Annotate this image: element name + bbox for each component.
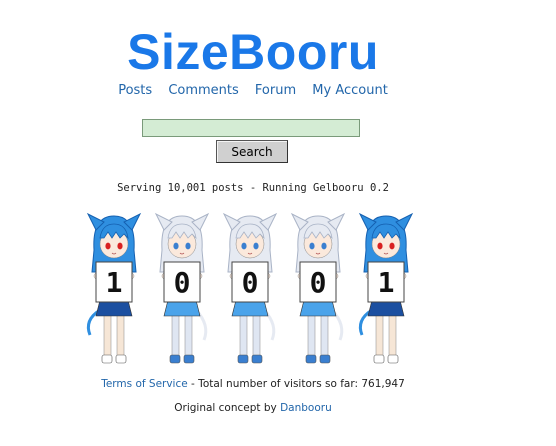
digit-sign-value: 1 — [378, 266, 395, 299]
counter-girl-4: 0 — [290, 212, 346, 364]
right-eye — [117, 242, 123, 250]
right-leg — [388, 313, 397, 357]
counter-girl-5: 1 — [358, 212, 414, 364]
left-leg — [103, 313, 112, 357]
right-eye — [321, 242, 327, 250]
right-leg — [116, 313, 125, 357]
right-shoe — [115, 354, 127, 364]
digit-sign-value: 0 — [310, 266, 327, 299]
footer-terms-line: Terms of Service - Total number of visit… — [0, 378, 506, 390]
right-leg — [184, 313, 193, 357]
concept-credit-text: Original concept by — [174, 402, 281, 414]
right-eye — [185, 242, 191, 250]
right-shoe — [319, 354, 331, 364]
visitor-counter: 1 0 0 0 1 — [80, 210, 420, 375]
nav-comments-link[interactable]: Comments — [168, 83, 238, 98]
right-eye — [253, 242, 259, 250]
left-leg — [239, 313, 248, 357]
nav-forum-link[interactable]: Forum — [255, 83, 296, 98]
right-eye — [389, 242, 395, 250]
counter-girl-1: 1 — [86, 212, 142, 364]
left-leg — [307, 313, 316, 357]
left-shoe — [373, 354, 385, 364]
left-eye — [241, 242, 247, 250]
right-shoe — [387, 354, 399, 364]
right-shoe — [183, 354, 195, 364]
digit-sign-value: 0 — [242, 266, 259, 299]
danbooru-link[interactable]: Danbooru — [280, 402, 332, 414]
right-shoe — [251, 354, 263, 364]
left-eye — [309, 242, 315, 250]
serving-status: Serving 10,001 posts - Running Gelbooru … — [117, 182, 389, 194]
left-shoe — [237, 354, 249, 364]
nav-my-account-link[interactable]: My Account — [312, 83, 388, 98]
visitor-count-text: - Total number of visitors so far: 761,9… — [187, 378, 405, 390]
search-button[interactable]: Search — [216, 140, 288, 163]
digit-sign-value: 0 — [174, 266, 191, 299]
left-eye — [377, 242, 383, 250]
left-leg — [375, 313, 384, 357]
main-nav: Posts Comments Forum My Account — [0, 83, 506, 98]
counter-girl-2: 0 — [154, 212, 210, 364]
digit-sign-value: 1 — [106, 266, 123, 299]
terms-of-service-link[interactable]: Terms of Service — [101, 378, 188, 390]
footer-concept-line: Original concept by Danbooru — [0, 402, 506, 414]
left-shoe — [101, 354, 113, 364]
right-leg — [252, 313, 261, 357]
left-leg — [171, 313, 180, 357]
nav-posts-link[interactable]: Posts — [118, 83, 152, 98]
left-shoe — [305, 354, 317, 364]
left-shoe — [169, 354, 181, 364]
counter-girl-3: 0 — [222, 212, 278, 364]
left-eye — [105, 242, 111, 250]
site-title[interactable]: SizeBooru — [0, 22, 506, 82]
search-input[interactable] — [142, 119, 360, 137]
left-eye — [173, 242, 179, 250]
right-leg — [320, 313, 329, 357]
